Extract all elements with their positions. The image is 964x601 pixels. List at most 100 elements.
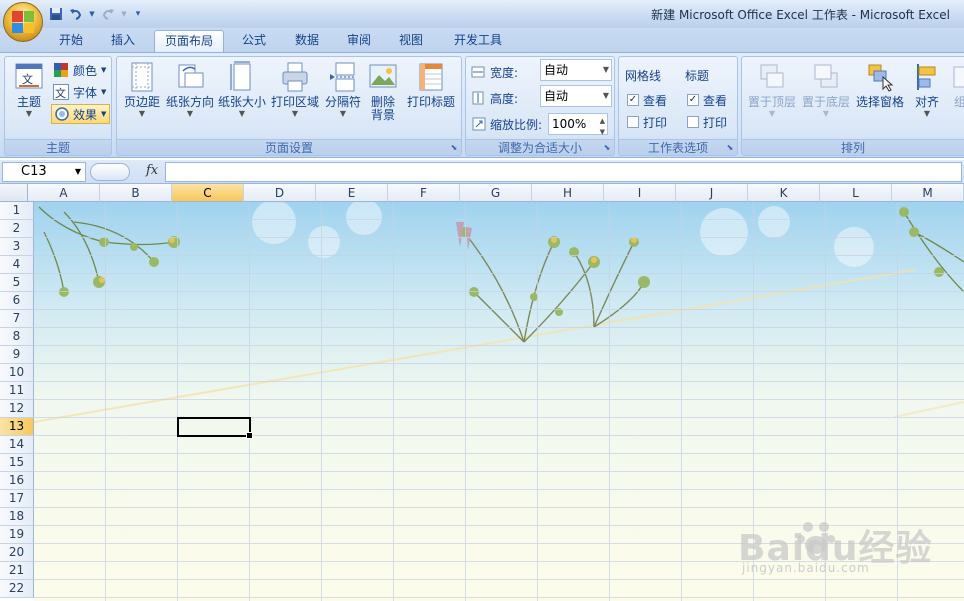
- tab-home[interactable]: 开始: [50, 30, 92, 52]
- width-combo[interactable]: 自动 ▼: [540, 59, 612, 81]
- scale-spinner[interactable]: 100% ▲ ▼: [548, 113, 608, 136]
- tab-insert[interactable]: 插入: [102, 30, 144, 52]
- row-header-7[interactable]: 7: [0, 310, 34, 328]
- gridlines-view-checkbox[interactable]: ✓ 查看: [627, 90, 667, 110]
- row-header-14[interactable]: 14: [0, 436, 34, 454]
- height-combo[interactable]: 自动 ▼: [540, 85, 612, 107]
- headings-title: 标题: [685, 69, 710, 83]
- print-titles-icon: [416, 61, 446, 93]
- active-cell-c13[interactable]: [177, 417, 253, 439]
- formula-input[interactable]: [165, 162, 962, 182]
- row-header-1[interactable]: 1: [0, 202, 34, 220]
- sheet-options-group: 网格线 标题 ✓ 查看 打印 ✓ 查看 打印 工作表选项 ⬊: [618, 56, 738, 156]
- row-header-21[interactable]: 21: [0, 562, 34, 580]
- breaks-button[interactable]: 分隔符 ▼: [323, 61, 363, 119]
- select-all-corner[interactable]: [0, 184, 28, 202]
- column-header-d[interactable]: D: [244, 184, 316, 202]
- delete-background-button[interactable]: 删除 背景: [365, 61, 401, 122]
- column-header-l[interactable]: L: [820, 184, 892, 202]
- theme-colors-button[interactable]: 颜色 ▼: [53, 60, 106, 80]
- row-header-22[interactable]: 22: [0, 580, 34, 598]
- svg-text:文: 文: [55, 86, 66, 100]
- office-logo-icon: [12, 11, 34, 33]
- undo-dropdown-icon[interactable]: ▼: [88, 6, 96, 22]
- send-to-back-icon: [811, 61, 841, 93]
- column-header-j[interactable]: J: [676, 184, 748, 202]
- row-header-20[interactable]: 20: [0, 544, 34, 562]
- row-header-9[interactable]: 9: [0, 346, 34, 364]
- column-header-e[interactable]: E: [316, 184, 388, 202]
- baidu-jingyan-watermark: Baidu经验 jingyan.baidu.com: [738, 519, 958, 581]
- undo-icon[interactable]: [68, 6, 84, 22]
- themes-button[interactable]: 文 主题 ▼: [9, 61, 49, 119]
- row-header-11[interactable]: 11: [0, 382, 34, 400]
- gridlines-print-checkbox[interactable]: 打印: [627, 112, 667, 132]
- row-header-3[interactable]: 3: [0, 238, 34, 256]
- office-button[interactable]: [3, 2, 43, 42]
- page-setup-launcher-icon[interactable]: ⬊: [449, 143, 459, 153]
- page-size-icon: [227, 61, 257, 93]
- send-to-back-button[interactable]: 置于底层 ▼: [800, 61, 852, 119]
- row-header-17[interactable]: 17: [0, 490, 34, 508]
- themes-icon: 文: [14, 61, 44, 93]
- row-header-19[interactable]: 19: [0, 526, 34, 544]
- row-header-12[interactable]: 12: [0, 400, 34, 418]
- row-header-13[interactable]: 13: [0, 418, 34, 436]
- column-header-a[interactable]: A: [28, 184, 100, 202]
- bring-to-front-button[interactable]: 置于顶层 ▼: [746, 61, 798, 119]
- formula-bar-splitter[interactable]: [90, 163, 130, 181]
- print-area-icon: [280, 61, 310, 93]
- row-header-6[interactable]: 6: [0, 292, 34, 310]
- row-header-5[interactable]: 5: [0, 274, 34, 292]
- row-header-2[interactable]: 2: [0, 220, 34, 238]
- sheet-options-launcher-icon[interactable]: ⬊: [725, 143, 735, 153]
- tab-data[interactable]: 数据: [286, 30, 328, 52]
- headings-view-checkbox[interactable]: ✓ 查看: [687, 90, 727, 110]
- column-header-m[interactable]: M: [892, 184, 964, 202]
- print-titles-button[interactable]: 打印标题: [405, 61, 457, 109]
- row-header-10[interactable]: 10: [0, 364, 34, 382]
- row-header-16[interactable]: 16: [0, 472, 34, 490]
- name-box[interactable]: C13 ▼: [2, 162, 86, 182]
- column-header-h[interactable]: H: [532, 184, 604, 202]
- column-header-c[interactable]: C: [172, 184, 244, 202]
- chevron-down-icon: ▼: [74, 167, 81, 176]
- column-header-i[interactable]: I: [604, 184, 676, 202]
- row-header-15[interactable]: 15: [0, 454, 34, 472]
- tab-view[interactable]: 视图: [390, 30, 432, 52]
- group-button[interactable]: 组: [950, 61, 964, 109]
- tab-developer[interactable]: 开发工具: [444, 30, 512, 52]
- background-image-icon: [368, 61, 398, 93]
- customize-qat-icon[interactable]: ▾: [132, 6, 144, 22]
- theme-fonts-button[interactable]: 文 字体 ▼: [53, 82, 106, 102]
- column-header-k[interactable]: K: [748, 184, 820, 202]
- chevron-down-icon: ▼: [602, 65, 609, 74]
- insert-function-icon[interactable]: fx: [146, 163, 158, 178]
- save-icon[interactable]: [48, 6, 64, 22]
- tab-formulas[interactable]: 公式: [234, 30, 274, 52]
- tab-page-layout[interactable]: 页面布局: [154, 30, 224, 52]
- page-setup-group-label: 页面设置: [117, 139, 461, 155]
- print-area-button[interactable]: 打印区域 ▼: [269, 61, 321, 119]
- headings-print-checkbox[interactable]: 打印: [687, 112, 727, 132]
- align-button[interactable]: 对齐 ▼: [908, 61, 946, 119]
- redo-icon[interactable]: [100, 6, 116, 22]
- row-header-18[interactable]: 18: [0, 508, 34, 526]
- scale-launcher-icon[interactable]: ⬊: [602, 143, 612, 153]
- theme-effects-icon: [55, 107, 69, 121]
- tab-review[interactable]: 审阅: [338, 30, 380, 52]
- column-header-f[interactable]: F: [388, 184, 460, 202]
- row-header-8[interactable]: 8: [0, 328, 34, 346]
- margins-button[interactable]: 页边距 ▼: [121, 61, 163, 119]
- column-header-b[interactable]: B: [100, 184, 172, 202]
- column-header-g[interactable]: G: [460, 184, 532, 202]
- title-bar: ▼ ▼ ▾ 新建 Microsoft Office Excel 工作表 - Mi…: [0, 0, 964, 28]
- page-size-button[interactable]: 纸张大小 ▼: [217, 61, 267, 119]
- redo-dropdown-icon[interactable]: ▼: [120, 6, 128, 22]
- row-headers: 1 2 3 4 5 6 7 8 9 10 11 12 13 14 15 16 17 18 19 20 21 22: [0, 202, 34, 598]
- orientation-button[interactable]: 纸张方向 ▼: [165, 61, 215, 119]
- selection-pane-button[interactable]: 选择窗格: [854, 61, 906, 109]
- theme-effects-button[interactable]: 效果 ▼: [51, 104, 111, 124]
- row-header-4[interactable]: 4: [0, 256, 34, 274]
- check-icon: ✓: [627, 94, 639, 106]
